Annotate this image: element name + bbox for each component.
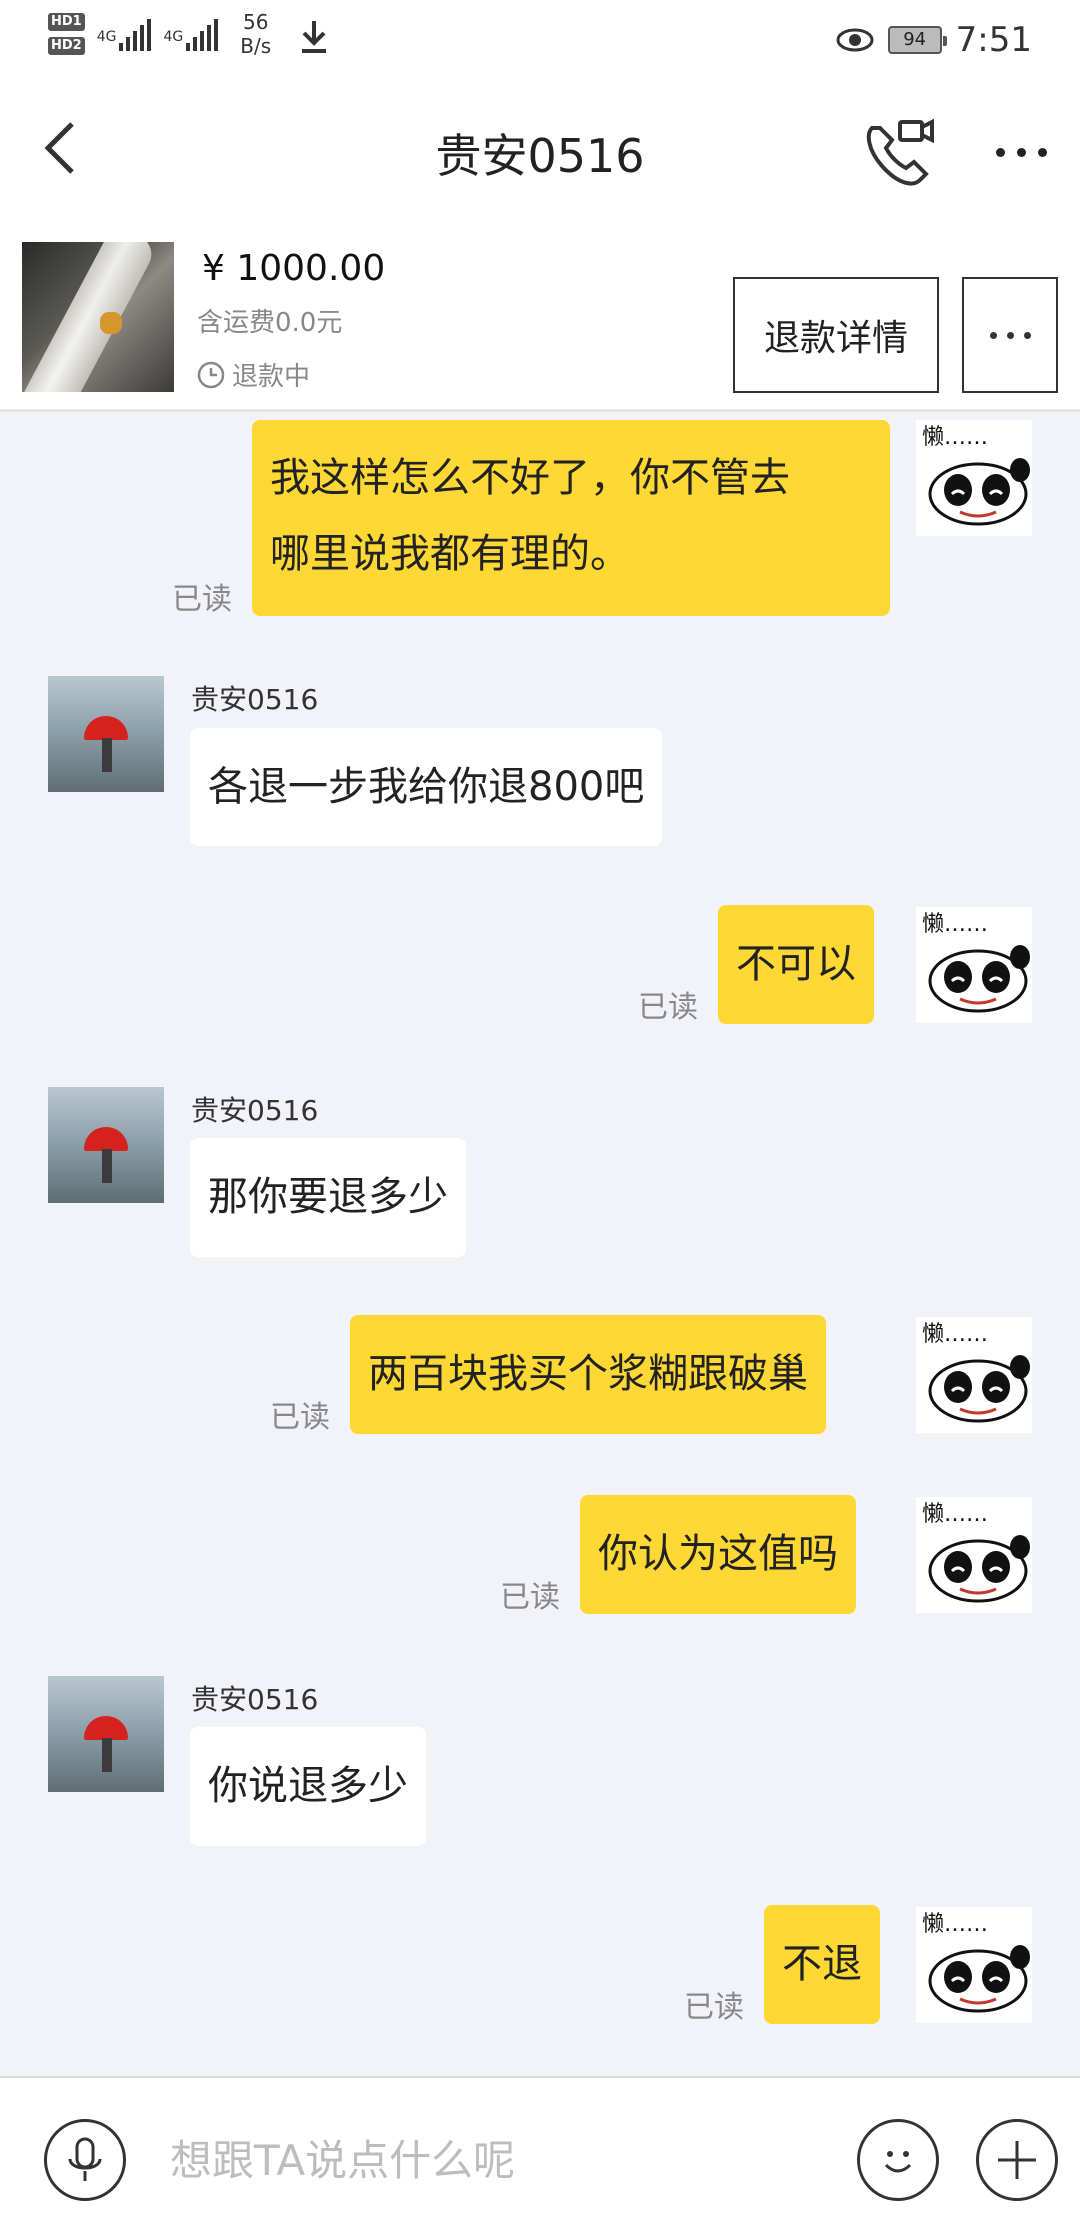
my-avatar[interactable]: 懒…… xyxy=(916,907,1032,1023)
hd2-badge: HD2 xyxy=(48,37,85,55)
more-options-button[interactable] xyxy=(986,132,1056,172)
refund-status: 退款中 xyxy=(196,356,310,393)
download-icon xyxy=(302,21,327,53)
message-bubble-out[interactable]: 你认为这值吗 xyxy=(580,1495,856,1614)
svg-text:懒……: 懒…… xyxy=(922,1912,988,1937)
network-1-label: 4G xyxy=(96,29,117,45)
more-dot-icon xyxy=(1016,147,1026,157)
message-line: 我这样怎么不好了，你不管去 xyxy=(270,455,790,501)
speed-unit: B/s xyxy=(240,34,272,58)
refund-detail-button[interactable]: 退款详情 xyxy=(733,277,939,393)
product-image[interactable] xyxy=(22,242,174,392)
emoji-button[interactable] xyxy=(857,2119,939,2201)
network-2-label: 4G xyxy=(163,29,184,45)
call-button[interactable] xyxy=(860,114,940,194)
message-input[interactable] xyxy=(170,2124,810,2196)
order-price: ¥ 1000.00 xyxy=(202,248,386,289)
refund-status-label: 退款中 xyxy=(232,362,311,392)
clock: 7:51 xyxy=(955,20,1032,60)
message-bubble-in[interactable]: 你说退多少 xyxy=(190,1727,426,1846)
read-receipt: 已读 xyxy=(270,1400,330,1435)
plus-icon xyxy=(998,2141,1036,2179)
contact-avatar[interactable] xyxy=(48,1676,164,1792)
my-avatar[interactable]: 懒…… xyxy=(916,1317,1032,1433)
my-avatar[interactable]: 懒…… xyxy=(916,1907,1032,2023)
order-card: ¥ 1000.00 含运费0.0元 退款中 退款详情 xyxy=(0,230,1080,412)
signal-1-icon: 4G xyxy=(97,17,152,51)
voice-button[interactable] xyxy=(44,2119,126,2201)
phone-video-icon xyxy=(866,118,934,186)
svg-text:懒……: 懒…… xyxy=(922,912,988,937)
contact-avatar[interactable] xyxy=(48,1087,164,1203)
more-dot-icon xyxy=(989,331,997,339)
status-bar: HD1 HD2 4G 4G 56 B/s 94 7:51 xyxy=(0,0,1080,80)
message-bubble-out[interactable]: 两百块我买个浆糊跟破巢 xyxy=(350,1315,826,1434)
battery-indicator: 94 xyxy=(887,26,947,54)
more-dot-icon xyxy=(1023,331,1031,339)
my-avatar[interactable]: 懒…… xyxy=(916,1497,1032,1613)
hd1-badge: HD1 xyxy=(48,13,85,31)
sender-name: 贵安0516 xyxy=(191,1683,319,1716)
panda-sticker-icon: 懒…… xyxy=(922,1912,1030,2013)
read-receipt: 已读 xyxy=(500,1580,560,1615)
sender-name: 贵安0516 xyxy=(191,683,319,716)
panda-sticker-icon: 懒…… xyxy=(922,425,1030,526)
clock-icon xyxy=(197,361,225,388)
sender-name: 贵安0516 xyxy=(191,1094,319,1127)
panda-sticker-icon: 懒…… xyxy=(922,1502,1030,1603)
message-bubble-in[interactable]: 那你要退多少 xyxy=(190,1138,466,1257)
message-bubble-out[interactable]: 我这样怎么不好了，你不管去 哪里说我都有理的。 xyxy=(252,420,890,616)
add-attachment-button[interactable] xyxy=(976,2119,1058,2201)
message-input-bar xyxy=(0,2076,1080,2240)
speed-value: 56 xyxy=(242,10,269,34)
smiley-icon xyxy=(884,2151,912,2173)
more-dot-icon xyxy=(1006,331,1014,339)
more-dot-icon xyxy=(1037,147,1047,157)
eye-icon xyxy=(836,28,874,52)
message-bubble-in[interactable]: 各退一步我给你退800吧 xyxy=(190,728,663,846)
read-receipt: 已读 xyxy=(684,1990,744,2025)
network-speed: 56 B/s xyxy=(240,10,271,58)
microphone-icon xyxy=(68,2137,102,2181)
chat-header: 贵安0516 xyxy=(0,80,1080,230)
hd-indicators: HD1 HD2 xyxy=(48,13,85,55)
order-more-button[interactable] xyxy=(962,277,1058,393)
svg-text:懒……: 懒…… xyxy=(922,425,988,450)
message-line: 哪里说我都有理的。 xyxy=(270,531,630,577)
message-bubble-out[interactable]: 不可以 xyxy=(718,905,874,1024)
message-bubble-out[interactable]: 不退 xyxy=(764,1905,880,2024)
contact-avatar[interactable] xyxy=(48,676,164,792)
panda-sticker-icon: 懒…… xyxy=(922,912,1030,1013)
read-receipt: 已读 xyxy=(172,582,232,617)
svg-text:懒……: 懒…… xyxy=(922,1322,988,1347)
panda-sticker-icon: 懒…… xyxy=(922,1322,1030,1423)
my-avatar[interactable]: 懒…… xyxy=(916,420,1032,536)
read-receipt: 已读 xyxy=(638,990,698,1025)
shipping-fee: 含运费0.0元 xyxy=(197,308,343,338)
signal-2-icon: 4G xyxy=(163,17,219,51)
svg-text:懒……: 懒…… xyxy=(922,1502,988,1527)
more-dot-icon xyxy=(995,147,1005,157)
